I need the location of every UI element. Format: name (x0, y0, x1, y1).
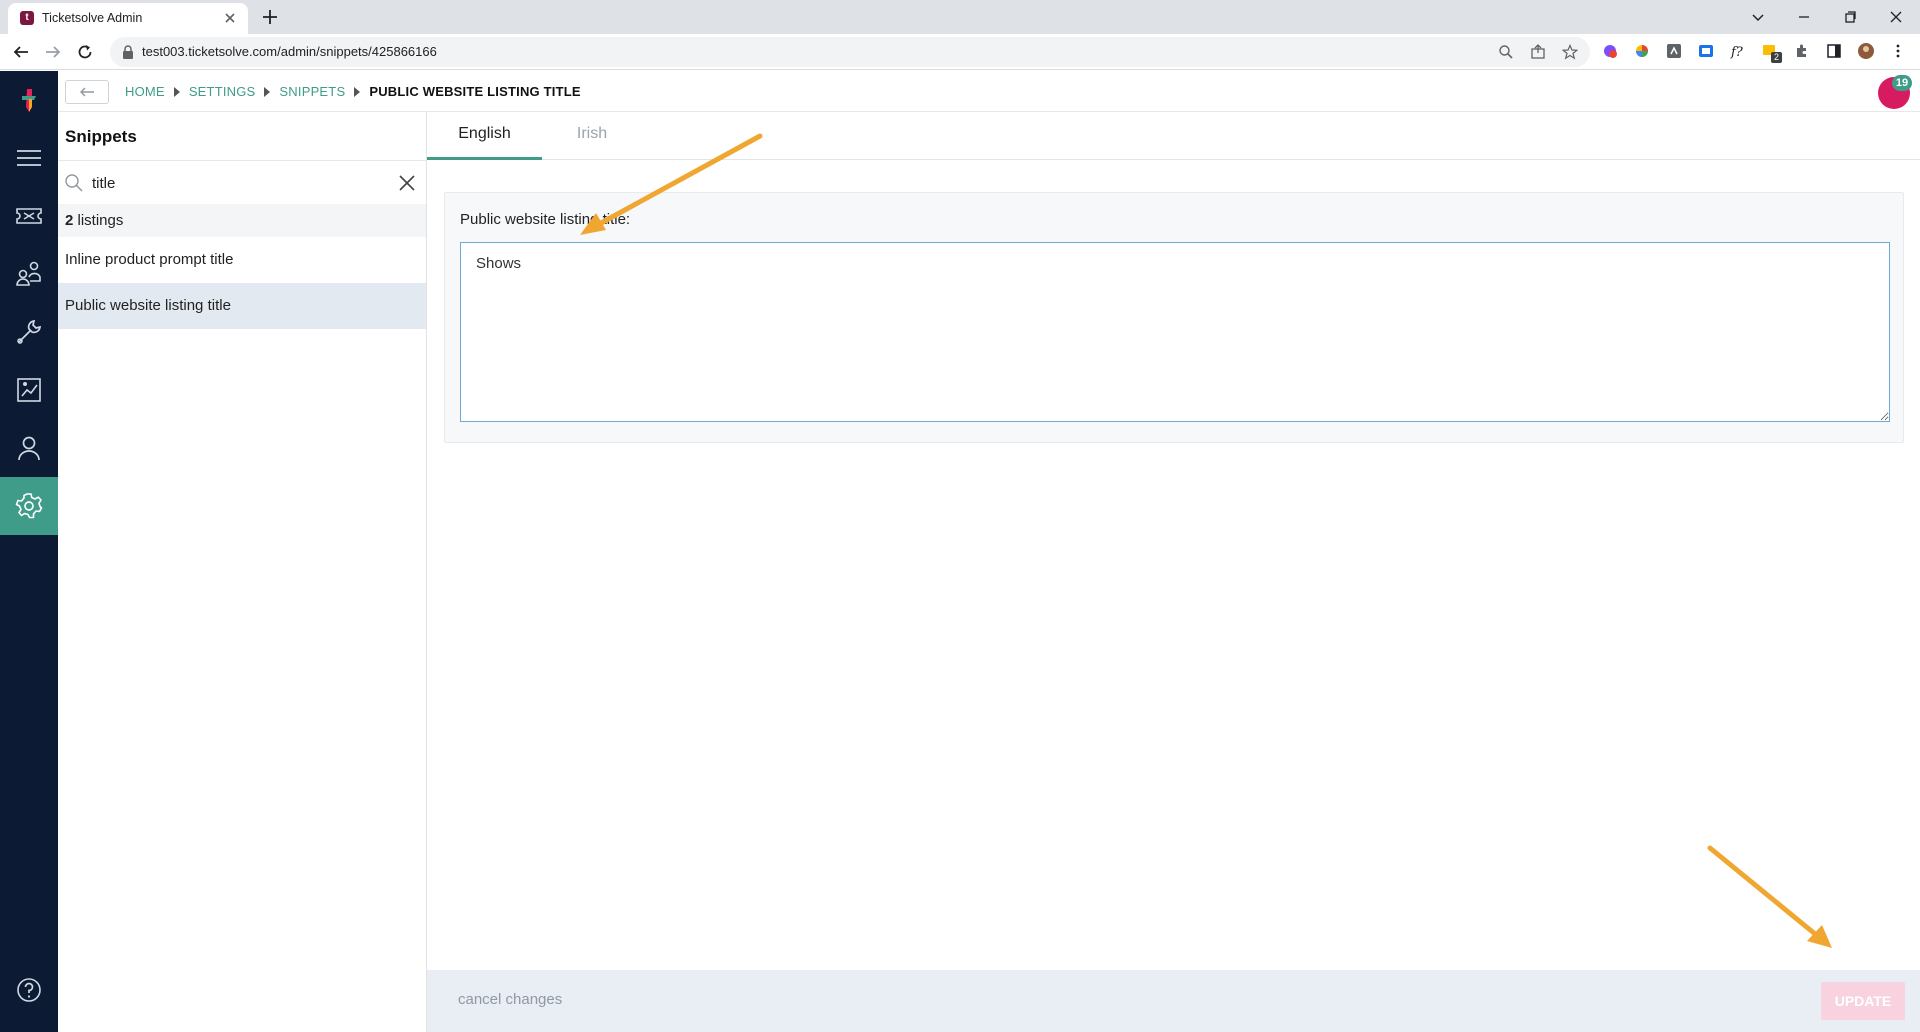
help-icon (17, 978, 41, 1002)
notification-badge[interactable]: 19 (1892, 75, 1912, 91)
menu-icon (17, 150, 41, 166)
share-icon[interactable] (1530, 44, 1546, 60)
settings-icon (15, 493, 43, 519)
browser-tab-strip: t Ticketsolve Admin (0, 0, 1920, 34)
url-text: test003.ticketsolve.com/admin/snippets/4… (142, 44, 437, 59)
profile-avatar-icon[interactable] (1858, 43, 1874, 59)
tab-close-icon[interactable] (222, 10, 238, 26)
breadcrumb-separator-icon (173, 86, 180, 97)
panel-title: Snippets (65, 127, 137, 146)
results-count-suffix: listings (73, 212, 124, 229)
browser-menu-icon[interactable] (1890, 43, 1906, 59)
rail-customers[interactable] (0, 245, 58, 303)
results-count-row: 2 listings (58, 204, 426, 237)
zoom-icon[interactable] (1498, 44, 1514, 60)
rail-help[interactable] (0, 961, 58, 1019)
list-item[interactable]: Inline product prompt title (58, 237, 426, 283)
rail-tickets[interactable] (0, 187, 58, 245)
customers-icon (16, 261, 41, 286)
tools-icon (17, 320, 41, 344)
address-bar[interactable]: test003.ticketsolve.com/admin/snippets/4… (110, 37, 1590, 67)
back-arrow-icon[interactable] (12, 43, 30, 61)
arrow-left-icon (80, 87, 94, 97)
user-icon (18, 436, 40, 461)
extension-color-wheel-icon[interactable] (1634, 43, 1650, 59)
update-button[interactable]: UPDATE (1821, 982, 1905, 1020)
rail-users[interactable] (0, 419, 58, 477)
listing-title-textarea[interactable]: Shows (460, 242, 1890, 422)
rail-tools[interactable] (0, 303, 58, 361)
new-tab-icon[interactable] (260, 7, 280, 27)
reload-icon[interactable] (76, 43, 94, 61)
browser-toolbar: test003.ticketsolve.com/admin/snippets/4… (0, 34, 1920, 70)
minimize-icon[interactable] (1794, 7, 1814, 27)
snippet-editor: English Irish Public website listing tit… (427, 112, 1920, 1032)
field-card: Public website listing title: Shows (444, 192, 1904, 443)
restore-icon[interactable] (1840, 7, 1860, 27)
breadcrumb: HOME SETTINGS SNIPPETS PUBLIC WEBSITE LI… (125, 84, 581, 99)
bookmark-star-icon[interactable] (1562, 44, 1578, 60)
rail-settings[interactable] (0, 477, 58, 535)
reports-icon (17, 378, 41, 402)
app-nav-rail (0, 71, 58, 1032)
breadcrumb-current: PUBLIC WEBSITE LISTING TITLE (369, 84, 581, 99)
forward-arrow-icon[interactable] (44, 43, 62, 61)
breadcrumb-bar: HOME SETTINGS SNIPPETS PUBLIC WEBSITE LI… (58, 71, 1920, 112)
rail-reports[interactable] (0, 361, 58, 419)
extension-formula-icon[interactable]: f? (1730, 43, 1746, 59)
clear-search-icon[interactable] (398, 174, 416, 192)
tab-irish[interactable]: Irish (542, 112, 642, 160)
action-footer: cancel changes UPDATE (427, 970, 1920, 1032)
breadcrumb-separator-icon (354, 86, 361, 97)
breadcrumb-snippets[interactable]: SNIPPETS (279, 84, 345, 99)
search-row (58, 160, 426, 204)
browser-tab-title: Ticketsolve Admin (42, 11, 143, 25)
close-window-icon[interactable] (1886, 7, 1906, 27)
ticketsolve-logo[interactable] (0, 71, 58, 129)
extension-blue-icon[interactable] (1698, 43, 1714, 59)
extensions-puzzle-icon[interactable] (1794, 43, 1810, 59)
ticket-icon (16, 208, 42, 224)
cancel-changes-link[interactable]: cancel changes (458, 991, 562, 1008)
ticketsolve-favicon-icon: t (20, 11, 34, 25)
list-item-label: Public website listing title (65, 297, 231, 314)
extension-badge: 2 (1771, 52, 1782, 63)
snippets-list-panel: Snippets 2 listings Inline product promp… (58, 112, 427, 1032)
rail-menu[interactable] (0, 129, 58, 187)
breadcrumb-separator-icon (264, 86, 271, 97)
logo-icon (22, 89, 36, 112)
side-panel-icon[interactable] (1826, 43, 1842, 59)
search-icon (65, 174, 83, 192)
extension-colorful-icon[interactable] (1602, 43, 1618, 59)
tab-search-chevron-icon[interactable] (1748, 7, 1768, 27)
breadcrumb-settings[interactable]: SETTINGS (189, 84, 256, 99)
list-item-selected[interactable]: Public website listing title (58, 283, 426, 329)
results-count: 2 listings (65, 212, 123, 229)
list-item-label: Inline product prompt title (65, 251, 234, 268)
language-tabs: English Irish (427, 112, 1920, 160)
lock-icon (123, 45, 133, 59)
search-input[interactable] (92, 169, 382, 197)
back-button[interactable] (65, 80, 109, 104)
field-label: Public website listing title: (460, 211, 631, 228)
breadcrumb-home[interactable]: HOME (125, 84, 165, 99)
extension-dark-icon[interactable] (1666, 43, 1682, 59)
svg-text:f?: f? (1730, 45, 1744, 59)
tab-english[interactable]: English (427, 112, 542, 160)
browser-tab[interactable]: t Ticketsolve Admin (8, 3, 248, 34)
